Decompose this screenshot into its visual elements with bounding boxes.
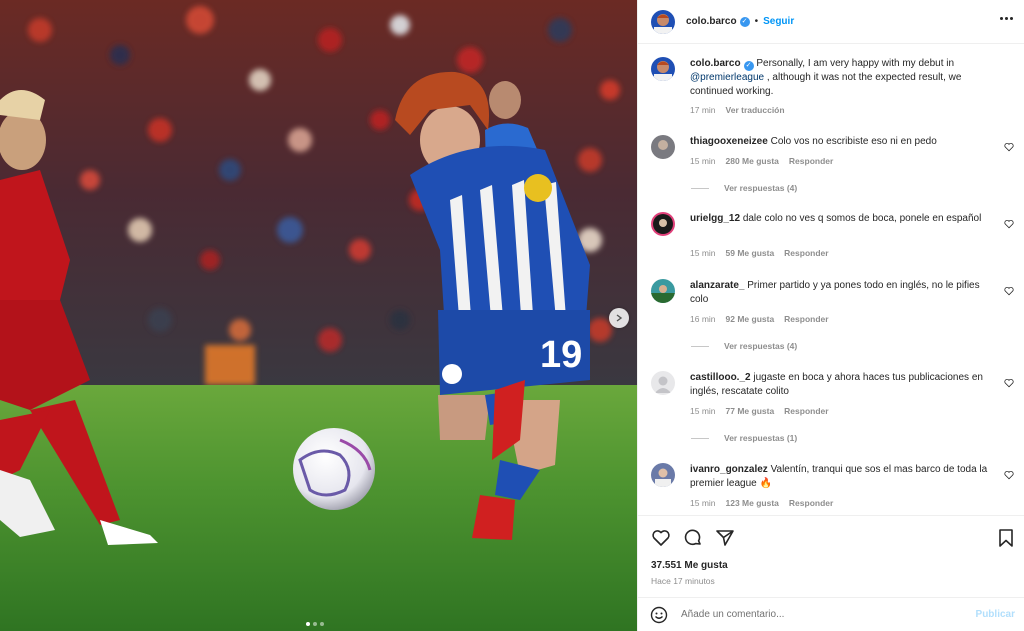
carousel-dot-active (306, 622, 310, 626)
comment-composer: Publicar (638, 597, 1024, 631)
follow-button[interactable]: Seguir (763, 16, 794, 27)
view-replies-button[interactable]: Ver respuestas (4) (691, 341, 797, 351)
reply-button[interactable]: Responder (784, 248, 828, 258)
post-side-panel: colo.barco ✓ • Seguir colo.barco ✓ Person… (637, 0, 1024, 631)
comment-username[interactable]: urielgg_12 (690, 213, 740, 224)
comment-like-count[interactable]: 280 Me gusta (726, 156, 779, 166)
comments-list[interactable]: colo.barco ✓ Personally, I am very happy … (638, 45, 1024, 515)
comment-time: 16 min (690, 314, 716, 324)
chevron-right-icon (616, 314, 623, 322)
comment-meta: 15 min 123 Me gusta Responder (690, 498, 833, 508)
comment-text: urielgg_12 dale colo no ves q somos de b… (690, 212, 990, 226)
comment-input[interactable] (681, 609, 951, 620)
comment-text: thiagooxeneizee Colo vos no escribiste e… (690, 135, 990, 149)
caption-time: 17 min (690, 105, 716, 115)
caption-body: Personally, I am very happy with my debu… (756, 58, 955, 69)
heart-icon[interactable] (1004, 142, 1014, 152)
comment-meta: 15 min 59 Me gusta Responder (690, 248, 829, 258)
comment-body: dale colo no ves q somos de boca, ponele… (742, 213, 982, 224)
post-timestamp: Hace 17 minutos (651, 576, 715, 586)
comment-meta: 15 min 77 Me gusta Responder (690, 406, 829, 416)
comment-icon[interactable] (683, 528, 703, 548)
comment-username[interactable]: ivanro_gonzalez (690, 464, 768, 475)
carousel-dot (313, 622, 317, 626)
separator-dot: • (754, 16, 759, 27)
post-photo: 19 (0, 0, 637, 631)
post-author-username[interactable]: colo.barco (686, 16, 737, 27)
reply-button[interactable]: Responder (784, 406, 828, 416)
avatar[interactable] (651, 371, 675, 395)
comment-username[interactable]: castillooo._2 (690, 372, 751, 383)
translate-link[interactable]: Ver traducción (726, 105, 785, 115)
caption-meta: 17 min Ver traducción (690, 105, 785, 115)
comment-time: 15 min (690, 156, 716, 166)
reply-button[interactable]: Responder (789, 156, 833, 166)
avatar[interactable] (651, 135, 675, 159)
caption-username[interactable]: colo.barco (690, 58, 741, 69)
comment-meta: 15 min 280 Me gusta Responder (690, 156, 833, 166)
avatar[interactable] (651, 9, 675, 34)
reply-button[interactable]: Responder (784, 314, 828, 324)
comment-meta: 16 min 92 Me gusta Responder (690, 314, 829, 324)
mention-link[interactable]: @premierleague (690, 72, 764, 83)
post-actions: 37.551 Me gusta Hace 17 minutos (638, 515, 1024, 597)
emoji-icon[interactable] (650, 606, 668, 624)
publish-button[interactable]: Publicar (976, 609, 1015, 620)
reply-button[interactable]: Responder (789, 498, 833, 508)
like-count[interactable]: 37.551 Me gusta (651, 560, 728, 571)
comment-text: castillooo._2 jugaste en boca y ahora ha… (690, 371, 990, 399)
carousel-dot (320, 622, 324, 626)
avatar[interactable] (651, 212, 675, 236)
comment-time: 15 min (690, 406, 716, 416)
comment-like-count[interactable]: 92 Me gusta (726, 314, 775, 324)
heart-icon[interactable] (1004, 378, 1014, 388)
view-replies-button[interactable]: Ver respuestas (4) (691, 183, 797, 193)
heart-icon[interactable] (1004, 219, 1014, 229)
comment-text: alanzarate_ Primer partido y ya pones to… (690, 279, 990, 307)
instagram-post-viewer: 19 colo.barco ✓ • Seguir colo.barco ✓ Pe… (0, 0, 1024, 631)
svg-text:19: 19 (540, 334, 582, 376)
avatar[interactable] (651, 463, 675, 487)
verified-badge-icon: ✓ (739, 16, 750, 27)
view-replies-button[interactable]: Ver respuestas (1) (691, 433, 797, 443)
comment-time: 15 min (690, 248, 716, 258)
heart-icon[interactable] (1004, 286, 1014, 296)
post-media[interactable]: 19 (0, 0, 637, 631)
verified-badge-icon: ✓ (743, 61, 754, 71)
heart-icon[interactable] (651, 528, 671, 548)
comment-time: 15 min (690, 498, 716, 508)
comment-like-count[interactable]: 123 Me gusta (726, 498, 779, 508)
avatar[interactable] (651, 279, 675, 303)
comment-like-count[interactable]: 59 Me gusta (726, 248, 775, 258)
comment-body: Colo vos no escribiste eso ni en pedo (770, 136, 937, 147)
carousel-indicators (306, 622, 324, 626)
post-header: colo.barco ✓ • Seguir (638, 0, 1024, 44)
more-options-icon[interactable] (1000, 17, 1013, 20)
comment-username[interactable]: thiagooxeneizee (690, 136, 768, 147)
share-icon[interactable] (715, 528, 735, 548)
comment-like-count[interactable]: 77 Me gusta (726, 406, 775, 416)
bookmark-icon[interactable] (996, 528, 1016, 548)
comment-text: ivanro_gonzalez Valentín, tranqui que so… (690, 463, 990, 491)
next-photo-button[interactable] (609, 308, 629, 328)
caption-text: colo.barco ✓ Personally, I am very happy … (690, 57, 990, 99)
comment-username[interactable]: alanzarate_ (690, 280, 744, 291)
avatar[interactable] (651, 57, 675, 81)
heart-icon[interactable] (1004, 470, 1014, 480)
